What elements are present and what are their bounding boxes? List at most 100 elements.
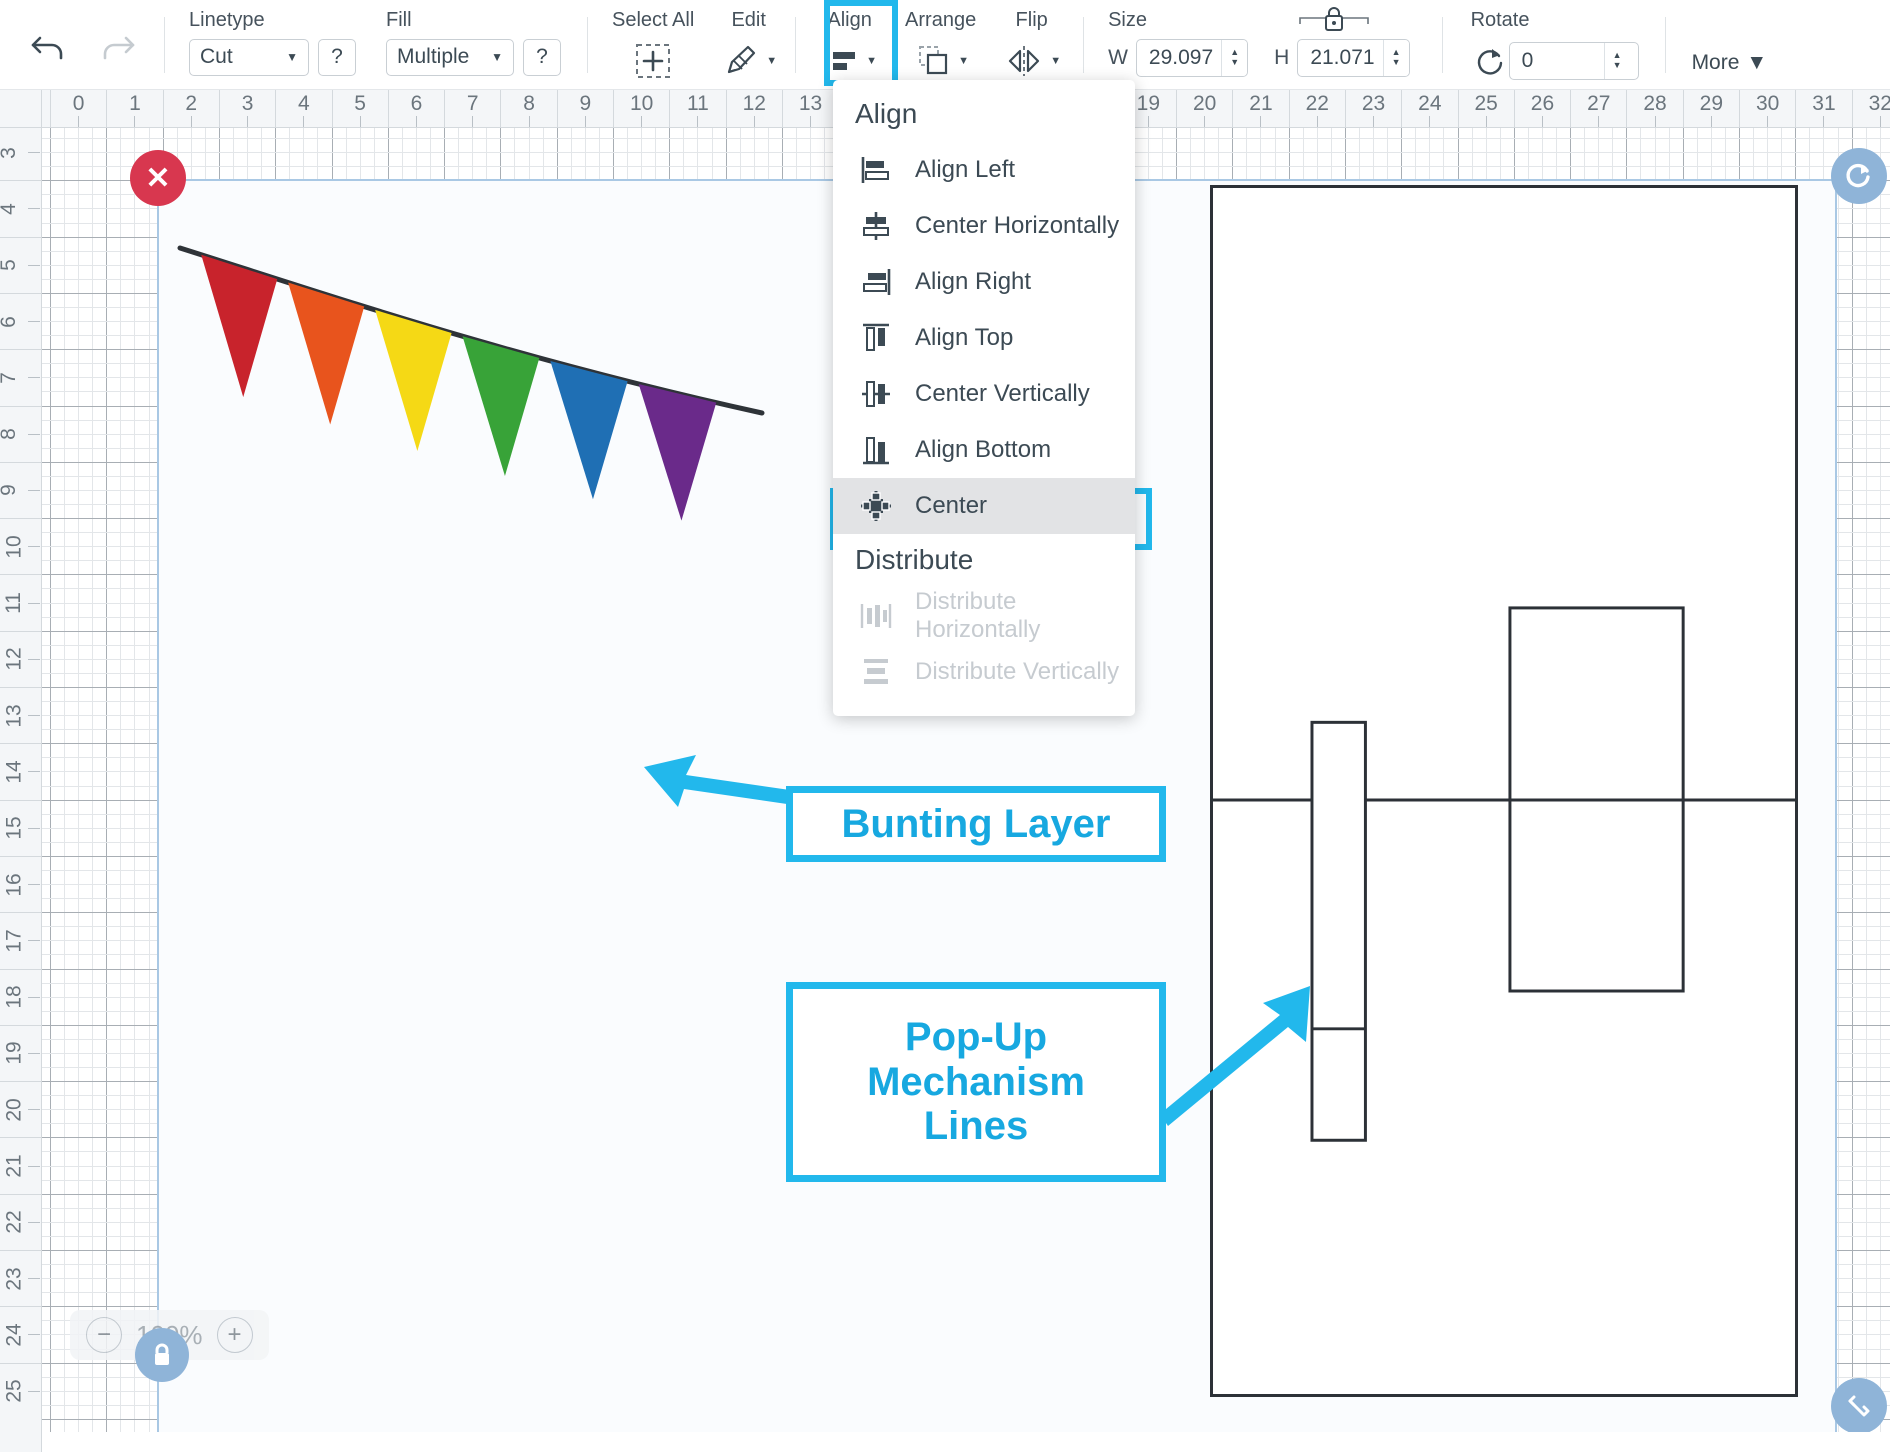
- ruler-v-minor-tick: [28, 996, 40, 998]
- align-icon[interactable]: ▼: [822, 39, 877, 83]
- height-stepper[interactable]: ▲ ▼: [1382, 39, 1409, 76]
- lock-aspect-icon[interactable]: [1286, 0, 1382, 41]
- select-all-icon[interactable]: [631, 39, 675, 83]
- fill-select[interactable]: Multiple ▼: [386, 38, 514, 76]
- ruler-h-minor-tick: [247, 116, 249, 127]
- ruler-v-minor-tick: [28, 433, 40, 435]
- ruler-v-minor-tick: [28, 489, 40, 491]
- chevron-down-icon: ▼: [491, 50, 503, 64]
- ruler-h-minor-tick: [1485, 116, 1487, 127]
- redo-arrow-icon[interactable]: [94, 22, 140, 68]
- resize-handle-icon[interactable]: [1831, 1378, 1887, 1432]
- align-menu-item-label: Distribute Vertically: [915, 658, 1120, 685]
- linetype-select[interactable]: Cut ▼: [189, 38, 309, 76]
- edit-pencil-icon[interactable]: ▼: [720, 39, 777, 83]
- height-input[interactable]: 21.071 ▲ ▼: [1297, 38, 1410, 77]
- center-horizontally-icon: [859, 209, 893, 243]
- ruler-h-minor-tick: [641, 116, 643, 127]
- ruler-v-minor-tick: [28, 1334, 40, 1336]
- annotation-line-2: Mechanism: [867, 1059, 1085, 1104]
- align-menu-item-label: Center Vertically: [915, 380, 1090, 407]
- ruler-h-minor-tick: [415, 116, 417, 127]
- align-menu-item-center[interactable]: Center: [833, 478, 1135, 534]
- ruler-v-minor-tick: [28, 1278, 40, 1280]
- align-menu-item-label: Align Top: [915, 324, 1014, 351]
- ruler-h-minor-tick: [1541, 116, 1543, 127]
- vertical-ruler[interactable]: 345678910111213141516171819202122232425: [0, 128, 42, 1452]
- popup-card-artwork[interactable]: [1210, 185, 1798, 1397]
- rotate-stepper[interactable]: ▲ ▼: [1603, 42, 1630, 79]
- ruler-v-minor-tick: [28, 827, 40, 829]
- top-toolbar: Linetype Cut ▼ ? Fill Multiple ▼ ? Selec…: [0, 0, 1890, 90]
- ruler-v-minor-tick: [28, 658, 40, 660]
- ruler-v-minor-tick: [28, 602, 40, 604]
- align-dropdown-menu[interactable]: Align Align Left Center Horizontally Align…: [833, 80, 1135, 716]
- zoom-out-button[interactable]: −: [86, 1317, 122, 1353]
- linetype-label: Linetype: [189, 8, 265, 31]
- more-button[interactable]: More ▼: [1692, 51, 1768, 75]
- ruler-v-minor-tick: [28, 1390, 40, 1392]
- ruler-v-minor-tick: [28, 152, 40, 154]
- align-menu-item-align-top[interactable]: Align Top: [833, 310, 1135, 366]
- edit-group[interactable]: Edit ▼: [720, 0, 777, 90]
- more-group[interactable]: More ▼: [1692, 0, 1768, 90]
- chevron-down-icon: ▼: [1746, 50, 1768, 74]
- width-stepper[interactable]: ▲ ▼: [1221, 39, 1248, 76]
- linetype-help-button[interactable]: ?: [318, 38, 356, 76]
- align-menu-item-align-right[interactable]: Align Right: [833, 254, 1135, 310]
- rotate-handle-icon[interactable]: [1831, 148, 1887, 204]
- annotation-text: Bunting Layer: [841, 801, 1111, 846]
- ruler-h-minor-tick: [134, 116, 136, 127]
- align-menu-item-label: Align Right: [915, 268, 1032, 295]
- fill-value: Multiple: [397, 45, 470, 68]
- ruler-v-minor-tick: [28, 1052, 40, 1054]
- zoom-in-button[interactable]: +: [216, 1317, 253, 1353]
- align-menu-item-center-vertically[interactable]: Center Vertically: [833, 366, 1135, 422]
- align-menu-item-label: Center Horizontally: [915, 212, 1120, 239]
- align-menu-item-center-horizontally[interactable]: Center Horizontally: [833, 198, 1135, 254]
- delete-selection-button[interactable]: ✕: [130, 150, 186, 206]
- flip-icon[interactable]: ▼: [1002, 39, 1061, 83]
- ruler-h-minor-tick: [1654, 116, 1656, 127]
- ruler-v-minor-tick: [28, 377, 40, 379]
- flip-group[interactable]: Flip ▼: [1002, 0, 1061, 90]
- annotation-line-3: Lines: [923, 1104, 1029, 1149]
- rotate-group: Rotate 0 ▲ ▼: [1471, 0, 1639, 90]
- distribute-vertically-icon: [859, 655, 893, 689]
- fill-group: Fill Multiple ▼ ?: [386, 0, 561, 90]
- ruler-v-minor-tick: [28, 715, 40, 717]
- size-group: Size W 29.097 ▲ ▼ H 21.071 ▲ ▼: [1108, 0, 1410, 90]
- size-label: Size: [1108, 8, 1147, 31]
- ruler-h-minor-tick: [753, 116, 755, 127]
- ruler-v-minor-tick: [28, 321, 40, 323]
- undo-arrow-icon[interactable]: [26, 22, 72, 68]
- ruler-h-minor-tick: [1823, 116, 1825, 127]
- align-menu-item-align-left[interactable]: Align Left: [833, 142, 1135, 198]
- toolbar-divider: [1441, 16, 1443, 73]
- chevron-down-icon: ▼: [286, 50, 298, 64]
- undo-redo-group: [0, 22, 154, 68]
- rotate-icon[interactable]: [1471, 39, 1509, 83]
- toolbar-divider: [1664, 16, 1666, 73]
- lock-icon[interactable]: [135, 1328, 189, 1382]
- align-menu-item-label: Distribute Horizontally: [915, 588, 1041, 643]
- ruler-v-minor-tick: [28, 771, 40, 773]
- ruler-h-minor-tick: [1260, 116, 1262, 127]
- align-menu-item-align-bottom[interactable]: Align Bottom: [833, 422, 1135, 478]
- arrange-group[interactable]: Arrange ▼: [905, 0, 976, 90]
- fill-label: Fill: [386, 8, 412, 31]
- bunting-artwork[interactable]: [152, 238, 792, 558]
- width-input[interactable]: 29.097 ▲ ▼: [1135, 38, 1249, 77]
- rotate-input[interactable]: 0 ▲ ▼: [1508, 41, 1639, 80]
- distribute-horizontally-icon: [859, 599, 893, 633]
- ruler-v-minor-tick: [28, 264, 40, 266]
- fill-help-button[interactable]: ?: [523, 38, 561, 76]
- toolbar-divider: [795, 16, 797, 73]
- ruler-h-minor-tick: [1767, 116, 1769, 127]
- bunting-flag: [288, 282, 365, 425]
- toolbar-divider: [164, 16, 165, 73]
- align-group[interactable]: Align ▼: [822, 0, 877, 90]
- select-all-label: Select All: [612, 8, 695, 31]
- arrange-layers-icon[interactable]: ▼: [912, 39, 969, 83]
- select-all-group[interactable]: Select All: [612, 0, 694, 90]
